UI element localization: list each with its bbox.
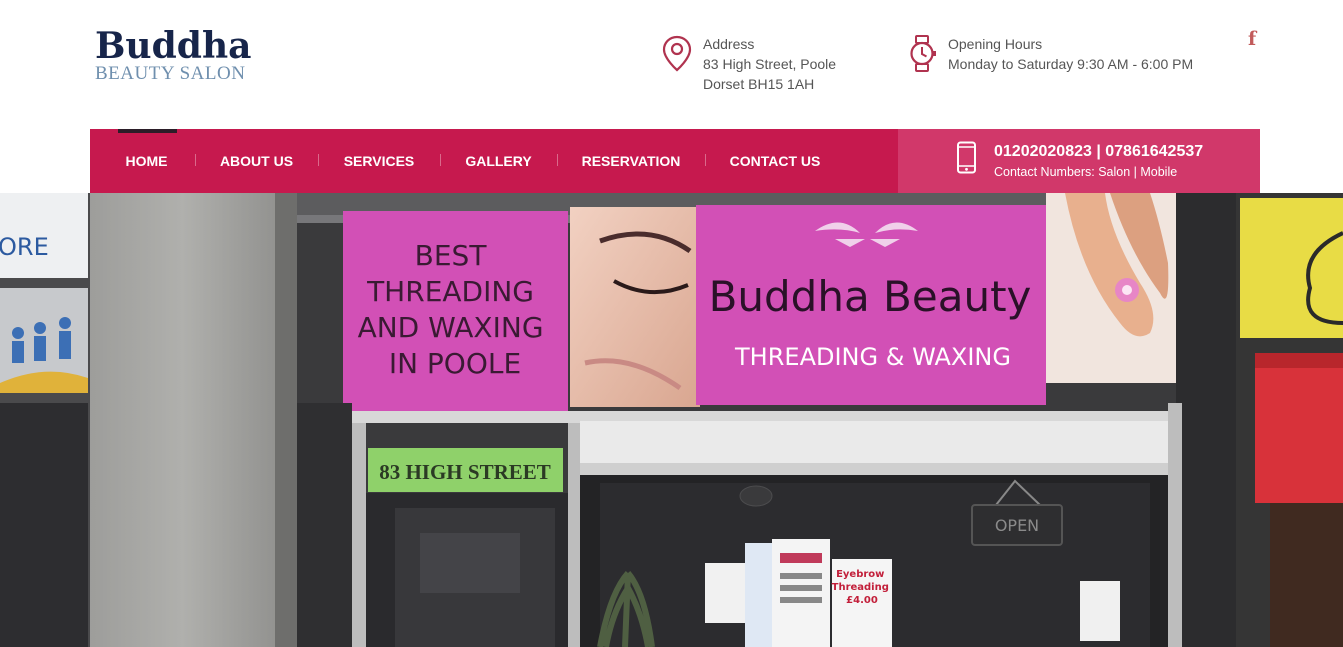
shopfront-illustration: ORE BEST THREADING AND WAXING IN POOLE B…	[0, 193, 1343, 647]
hours-label: Opening Hours	[948, 36, 1043, 52]
poster-line-2: Threading	[832, 582, 889, 593]
left-shop-sign-text: ORE	[0, 233, 49, 261]
address-line-2: Dorset BH15 1AH	[703, 76, 815, 92]
nav-link-about-us[interactable]: ABOUT US	[220, 153, 293, 169]
logo-main-text: Buddha	[95, 25, 252, 67]
main-navigation: HOME ABOUT US SERVICES GALLERY RESERVATI…	[90, 129, 898, 193]
nav-item-services[interactable]: SERVICES	[318, 129, 440, 193]
logo-sub-text: BEAUTY SALON	[95, 63, 246, 84]
open-sign-text: OPEN	[995, 516, 1039, 535]
nav-link-contact-us[interactable]: CONTACT US	[730, 153, 821, 169]
nav-item-gallery[interactable]: GALLERY	[440, 129, 557, 193]
contact-numbers-label: Contact Numbers: Salon | Mobile	[994, 165, 1178, 179]
nav-link-home[interactable]: HOME	[126, 153, 168, 169]
sign-line-2: THREADING	[366, 275, 534, 308]
nav-link-reservation[interactable]: RESERVATION	[582, 153, 681, 169]
nav-link-services[interactable]: SERVICES	[344, 153, 415, 169]
poster-line-3: £4.00	[846, 595, 878, 606]
hours-text: Monday to Saturday 9:30 AM - 6:00 PM	[948, 56, 1194, 72]
watch-icon	[910, 35, 936, 72]
site-logo[interactable]: Buddha BEAUTY SALON	[95, 27, 251, 83]
hero-shopfront-image: ORE BEST THREADING AND WAXING IN POOLE B…	[0, 193, 1343, 647]
nav-link-gallery[interactable]: GALLERY	[465, 153, 531, 169]
poster-line-1: Eyebrow	[836, 569, 884, 580]
address-label: Address	[703, 36, 755, 52]
address-block: Address 83 High Street, Poole Dorset BH1…	[661, 34, 836, 94]
address-line-1: 83 High Street, Poole	[703, 56, 837, 72]
sign-line-1: BEST	[415, 239, 488, 272]
facebook-icon[interactable]: f	[1248, 28, 1256, 50]
nav-item-about-us[interactable]: ABOUT US	[195, 129, 318, 193]
nav-item-home[interactable]: HOME	[90, 129, 195, 193]
site-header: Buddha BEAUTY SALON Address 83 High Stre…	[0, 0, 1343, 129]
street-number-sign: 83 HIGH STREET	[379, 460, 551, 484]
opening-hours-block: Opening Hours Monday to Saturday 9:30 AM…	[906, 34, 1193, 74]
contact-phone-numbers[interactable]: 01202020823 | 07861642537	[994, 143, 1203, 161]
sign-line-4: IN POOLE	[389, 347, 521, 380]
mobile-phone-icon	[957, 141, 976, 174]
contact-numbers-box: 01202020823 | 07861642537 Contact Number…	[898, 129, 1260, 193]
map-pin-icon	[662, 35, 692, 72]
nav-item-contact-us[interactable]: CONTACT US	[705, 129, 845, 193]
threading-waxing-sign: THREADING & WAXING	[734, 343, 1011, 371]
nav-item-reservation[interactable]: RESERVATION	[557, 129, 705, 193]
buddha-beauty-sign-title: Buddha Beauty	[709, 272, 1032, 321]
sign-line-3: AND WAXING	[358, 311, 544, 344]
